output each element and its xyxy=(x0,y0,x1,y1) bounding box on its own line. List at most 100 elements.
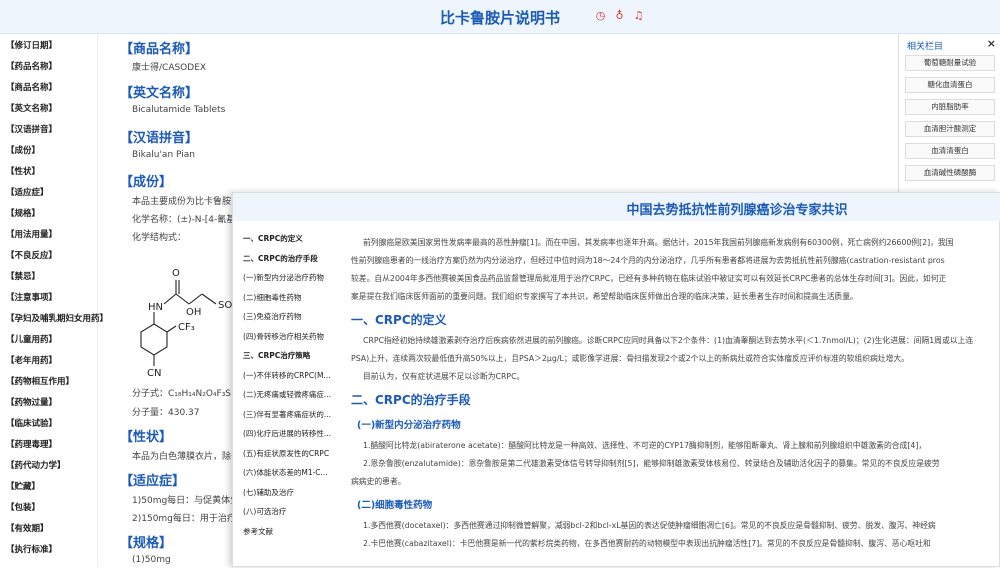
toc-item[interactable]: (五)有症状原发性的CRPC xyxy=(243,448,329,459)
nav-item[interactable]: 【老年用药】 xyxy=(6,354,57,366)
nav-item[interactable]: 【药理毒理】 xyxy=(6,438,57,450)
related-title: 相关栏目 xyxy=(907,42,944,52)
popup-article: 前列腺癌是欧美国家男性发病率最高的恶性肿瘤[1]。而在中国，其发病率也逐年升高。… xyxy=(341,221,1000,568)
chem-nh: HN xyxy=(148,302,163,313)
nav-item[interactable]: 【药代动力学】 xyxy=(6,459,66,471)
section-text: Bikalu'an Pian xyxy=(132,150,195,160)
nav-item[interactable]: 【规格】 xyxy=(6,207,40,219)
toc-item[interactable]: (二)细胞毒性药物 xyxy=(243,292,301,303)
article-para: 性前列腺癌患者的一线治疗方案仍然为内分泌治疗，但经过中位时间为18～24个月的内… xyxy=(351,256,945,265)
toc-item[interactable]: (一)新型内分泌治疗药物 xyxy=(243,272,324,283)
toc-item[interactable]: 二、CRPC的治疗手段 xyxy=(243,253,318,264)
nav-item[interactable]: 【英文名称】 xyxy=(6,102,57,114)
chem-cf3: CF₃ xyxy=(178,322,195,333)
nav-item[interactable]: 【修订日期】 xyxy=(6,39,57,51)
toc-item[interactable]: 一、CRPC的定义 xyxy=(243,233,303,244)
section-nav: 【修订日期】 【药品名称】 【商品名称】 【英文名称】 【汉语拼音】 【成份】【性状】【适… xyxy=(0,34,108,567)
popup-header: 中国去势抵抗性前列腺癌诊治专家共识 xyxy=(233,193,1000,221)
article-heading: 二、CRPC的治疗手段 xyxy=(351,393,471,407)
nav-item[interactable]: 【不良反应】 xyxy=(6,249,57,261)
toc-item[interactable]: (四)化疗后进展的转移性... xyxy=(243,428,331,439)
clock-icon[interactable]: ◷ xyxy=(594,9,607,22)
article-subheading: (一)新型内分泌治疗药物 xyxy=(357,420,461,431)
related-item[interactable]: 糖化血清蛋白 xyxy=(905,77,995,93)
nav-item[interactable]: 【包装】 xyxy=(6,501,40,513)
article-para: 2.恩杂鲁胺(enzalutamide)：恩杂鲁胺是第二代雄激素受体信号转导抑制… xyxy=(363,459,940,468)
article-para: CRPC指经初始持续雄激素剥夺治疗后疾病依然进展的前列腺癌。诊断CRPC应同时具… xyxy=(363,336,974,345)
nav-item[interactable]: 【注意事项】 xyxy=(6,291,57,303)
section-text: 化学结构式： xyxy=(132,233,187,243)
chem-oh: OH xyxy=(186,307,201,318)
article-para: 较差。自从2004年多西他赛被美国食品药品监督管理局批准用于治疗CRPC，已经有… xyxy=(351,274,947,283)
nav-item[interactable]: 【贮藏】 xyxy=(6,480,40,492)
nav-item[interactable]: 【禁忌】 xyxy=(6,270,40,282)
section-text: Bicalutamide Tablets xyxy=(132,105,226,115)
article-para: 1.多西他赛(docetaxel)：多西他赛通过抑制微管解聚，减弱bcl-2和b… xyxy=(363,521,936,530)
toc-item[interactable]: (四)骨转移治疗相关药物 xyxy=(243,331,324,342)
toc-item[interactable]: (六)体能状态差的M1-C... xyxy=(243,467,328,478)
section-text: 2)150mg每日：用于治疗 xyxy=(132,514,236,524)
toc-item[interactable]: (七)辅助及治疗 xyxy=(243,487,294,498)
chem-o: O xyxy=(172,268,180,279)
toc-item[interactable]: (一)不伴转移的CRPC(M... xyxy=(243,370,331,381)
article-para: 病病史的患者。 xyxy=(351,477,406,486)
nav-item[interactable]: 【商品名称】 xyxy=(6,81,57,93)
section-text: 本品为白色薄膜衣片，除去 xyxy=(132,452,241,462)
nav-item[interactable]: 【药物相互作用】 xyxy=(6,375,74,387)
section-heading: 【英文名称】 xyxy=(120,86,199,101)
related-item[interactable]: 内脏脂肪率 xyxy=(905,99,995,115)
section-text: 化学名称：(±)-N-[4-氰基- xyxy=(132,215,239,225)
nav-item[interactable]: 【临床试验】 xyxy=(6,417,57,429)
article-para: 1.醋酸阿比特龙(abiraterone acetate)：醋酸阿比特龙是一种高… xyxy=(363,441,927,450)
toc-item[interactable]: (三)伴有显著疼痛症状的... xyxy=(243,409,331,420)
related-item[interactable]: 葡萄糖耐量试验 xyxy=(905,55,995,71)
section-text: 1)50mg每日：与促黄体生 xyxy=(132,496,240,506)
formula-text: 分子式：C₁₈H₁₄N₂O₄F₃S xyxy=(132,389,232,399)
toc-item[interactable]: (八)可选治疗 xyxy=(243,506,286,517)
article-subheading: (二)细胞毒性药物 xyxy=(357,500,433,511)
toc-item[interactable]: 参考文献 xyxy=(243,526,273,537)
article-popup: 中国去势抵抗性前列腺癌诊治专家共识 一、CRPC的定义 二、CRPC的治疗手段 (一… xyxy=(232,192,1000,567)
section-heading: 【商品名称】 xyxy=(120,42,199,57)
nav-item[interactable]: 【执行标准】 xyxy=(6,543,57,555)
nav-item[interactable]: 【有效期】 xyxy=(6,522,49,534)
article-heading: 一、CRPC的定义 xyxy=(351,313,447,327)
nav-item[interactable]: 【孕妇及哺乳期妇女用药】 xyxy=(6,312,108,324)
article-para: 案是提在我们临床医师面前的重要问题。我们组织专家撰写了本共识，希望帮助临床医师做… xyxy=(351,292,858,301)
article-para: PSA)上升，连续两次较最低值升高50%以上，且PSA＞2μg/L；或影像学进展… xyxy=(351,354,909,363)
bell-icon[interactable]: ♫ xyxy=(632,9,645,22)
nav-item[interactable]: 【成份】 xyxy=(6,144,40,156)
related-panel: 相关栏目 × 葡萄糖耐量试验 糖化血清蛋白 内脏脂肪率血清胆汁酸测定 血清清蛋白血清碱… xyxy=(898,34,1000,197)
article-para: 目前认为，仅有症状进展不足以诊断为CRPC。 xyxy=(363,372,525,381)
mw-text: 分子量：430.37 xyxy=(132,408,200,418)
chem-cn: CN xyxy=(147,368,161,378)
nav-item[interactable]: 【汉语拼音】 xyxy=(6,123,57,135)
nav-item[interactable]: 【药品名称】 xyxy=(6,60,57,72)
related-item[interactable]: 血清胆汁酸测定 xyxy=(905,121,995,137)
page-title: 比卡鲁胺片说明书 xyxy=(439,9,560,27)
nav-item[interactable]: 【药物过量】 xyxy=(6,396,57,408)
related-item[interactable]: 血清清蛋白 xyxy=(905,143,995,159)
nav-item[interactable]: 【性状】 xyxy=(6,165,40,177)
section-heading: 【适应症】 xyxy=(120,474,186,489)
section-text: 康士得/CASODEX xyxy=(132,63,207,73)
popup-title: 中国去势抵抗性前列腺癌诊治专家共识 xyxy=(626,203,848,218)
nav-item[interactable]: 【儿童用药】 xyxy=(6,333,57,345)
top-bar: 比卡鲁胺片说明书 ◷ ♁ ♫ xyxy=(0,0,1000,34)
section-heading: 【汉语拼音】 xyxy=(120,131,199,146)
popup-toc: 一、CRPC的定义二、CRPC的治疗手段 (一)新型内分泌治疗药物 (二)细胞毒性药… xyxy=(233,221,333,568)
related-item[interactable]: 血清碱性磷酸酶 xyxy=(905,165,995,181)
section-heading: 【成份】 xyxy=(120,175,173,190)
chemical-structure: O HN OH SO₂ CF₃ CN xyxy=(140,268,236,378)
toc-item[interactable]: (二)无疼痛或轻微疼痛症... xyxy=(243,389,331,400)
nav-item[interactable]: 【适应症】 xyxy=(6,186,49,198)
section-text: 本品主要成份为比卡鲁胺 xyxy=(132,197,232,207)
article-para: 2.卡巴他赛(cabazitaxel)：卡巴他赛是新一代的紫杉烷类药物，在多西他… xyxy=(363,539,931,548)
toc-item[interactable]: 三、CRPC治疗策略 xyxy=(243,350,310,361)
section-heading: 【规格】 xyxy=(120,536,173,551)
user-icon[interactable]: ♁ xyxy=(613,9,626,22)
close-icon[interactable]: × xyxy=(987,37,996,50)
section-text: (1)50mg xyxy=(132,555,171,565)
nav-item[interactable]: 【用法用量】 xyxy=(6,228,57,240)
toc-item[interactable]: (三)免疫治疗药物 xyxy=(243,311,301,322)
